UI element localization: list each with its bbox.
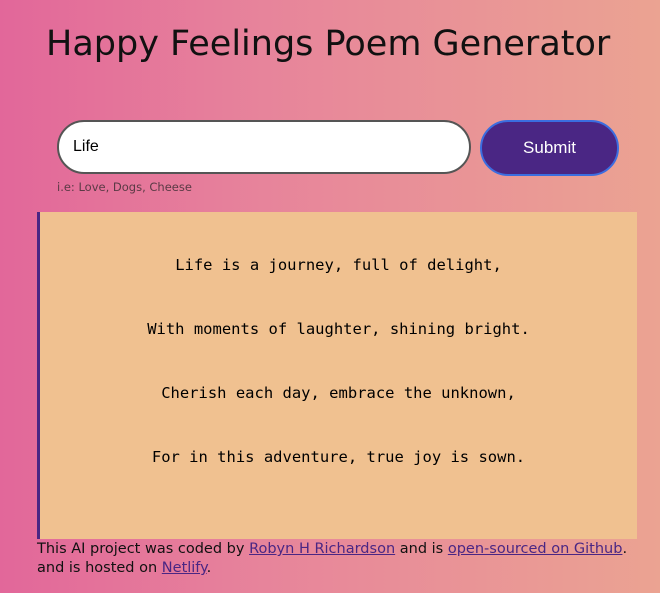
poem-form: Submit bbox=[57, 120, 619, 176]
footer-text: and is bbox=[395, 541, 448, 557]
footer-text: This AI project was coded by bbox=[37, 541, 250, 557]
poem-line: Life is a journey, full of delight, bbox=[175, 256, 502, 274]
poem-output: Life is a journey, full of delight, With… bbox=[37, 212, 637, 539]
input-hint: i.e: Love, Dogs, Cheese bbox=[57, 180, 192, 194]
netlify-link[interactable]: Netlify bbox=[162, 560, 207, 576]
poem-line: For in this adventure, true joy is sown. bbox=[151, 448, 526, 466]
page-title: Happy Feelings Poem Generator bbox=[46, 24, 611, 64]
github-link[interactable]: open-sourced on Github bbox=[448, 541, 623, 557]
footer: This AI project was coded by Robyn H Ric… bbox=[37, 540, 637, 578]
footer-text: . bbox=[206, 560, 212, 576]
submit-button[interactable]: Submit bbox=[480, 120, 619, 176]
poem-line: With moments of laughter, shining bright… bbox=[147, 320, 530, 338]
topic-input[interactable] bbox=[57, 120, 471, 174]
author-link[interactable]: Robyn H Richardson bbox=[249, 541, 395, 557]
poem-line: Cherish each day, embrace the unknown, bbox=[161, 384, 516, 402]
